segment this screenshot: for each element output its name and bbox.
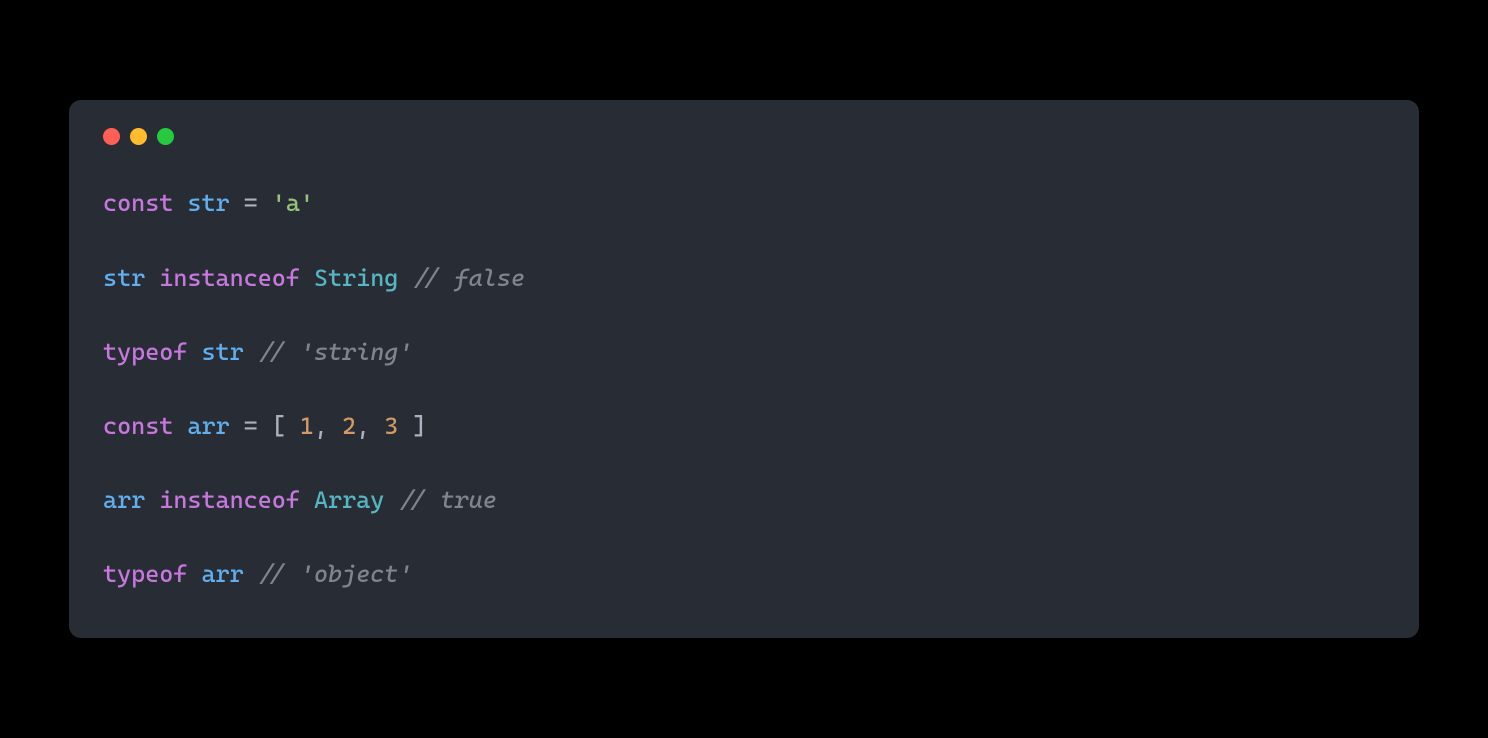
token-punct: [145, 264, 159, 292]
code-line: str instanceof String // false: [103, 260, 1385, 297]
token-punct: [230, 412, 244, 440]
token-punct: [173, 189, 187, 217]
token-ident: str: [103, 264, 145, 292]
token-ident: arr: [103, 486, 145, 514]
token-keyword: const: [103, 189, 173, 217]
window-controls: [103, 128, 1385, 145]
token-number: 3: [384, 412, 398, 440]
code-line: const str = 'a': [103, 185, 1385, 222]
token-type: String: [314, 264, 398, 292]
code-line: typeof arr // 'object': [103, 556, 1385, 593]
token-punct: [244, 560, 258, 588]
token-punct: [300, 264, 314, 292]
token-punct: ]: [398, 412, 426, 440]
token-ident: arr: [201, 560, 243, 588]
token-punct: [187, 338, 201, 366]
token-punct: [: [272, 412, 300, 440]
token-string: 'a': [272, 189, 314, 217]
token-punct: ,: [314, 412, 342, 440]
code-line: const arr = [ 1, 2, 3 ]: [103, 408, 1385, 445]
code-window: const str = 'a'str instanceof String // …: [69, 100, 1419, 637]
token-punct: [145, 486, 159, 514]
token-comment: // 'object': [258, 560, 413, 588]
code-block: const str = 'a'str instanceof String // …: [103, 185, 1385, 593]
token-punct: [258, 412, 272, 440]
token-number: 1: [300, 412, 314, 440]
token-ident: arr: [187, 412, 229, 440]
token-keyword: const: [103, 412, 173, 440]
token-keyword: typeof: [103, 560, 187, 588]
token-type: Array: [314, 486, 384, 514]
code-line: arr instanceof Array // true: [103, 482, 1385, 519]
code-line: typeof str // 'string': [103, 334, 1385, 371]
token-operator: =: [244, 412, 258, 440]
token-punct: [244, 338, 258, 366]
token-comment: // 'string': [258, 338, 413, 366]
token-punct: [384, 486, 398, 514]
minimize-icon[interactable]: [130, 128, 147, 145]
token-ident: str: [187, 189, 229, 217]
token-keyword: instanceof: [159, 486, 300, 514]
token-punct: [398, 264, 412, 292]
token-punct: [258, 189, 272, 217]
token-keyword: instanceof: [159, 264, 300, 292]
token-keyword: typeof: [103, 338, 187, 366]
token-comment: // true: [398, 486, 496, 514]
zoom-icon[interactable]: [157, 128, 174, 145]
token-punct: [230, 189, 244, 217]
token-number: 2: [342, 412, 356, 440]
token-punct: [173, 412, 187, 440]
token-ident: str: [201, 338, 243, 366]
token-punct: [300, 486, 314, 514]
close-icon[interactable]: [103, 128, 120, 145]
token-punct: ,: [356, 412, 384, 440]
token-punct: [187, 560, 201, 588]
token-operator: =: [244, 189, 258, 217]
token-comment: // false: [412, 264, 525, 292]
